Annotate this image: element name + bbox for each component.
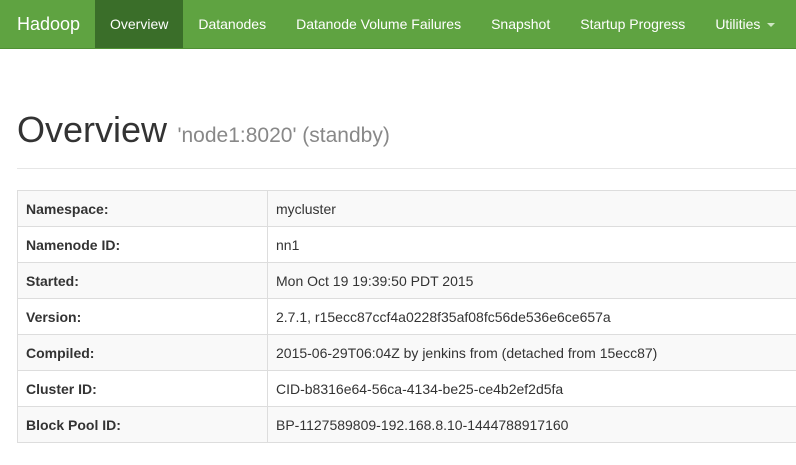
table-row: Started: Mon Oct 19 19:39:50 PDT 2015 <box>17 262 796 299</box>
nav-datanodes[interactable]: Datanodes <box>183 0 281 48</box>
row-value: 2.7.1, r15ecc87ccf4a0228f35af08fc56de536… <box>267 298 796 335</box>
row-key: Namespace: <box>17 190 268 227</box>
table-row: Namenode ID: nn1 <box>17 226 796 263</box>
row-key: Cluster ID: <box>17 370 268 407</box>
row-key: Block Pool ID: <box>17 406 268 443</box>
row-value: BP-1127589809-192.168.8.10-1444788917160 <box>267 406 796 443</box>
nav-utilities-label: Utilities <box>715 16 761 32</box>
table-row: Cluster ID: CID-b8316e64-56ca-4134-be25-… <box>17 370 796 407</box>
nav-utilities[interactable]: Utilities <box>700 0 790 48</box>
row-value: nn1 <box>267 226 796 263</box>
nav-datanode-volume-failures[interactable]: Datanode Volume Failures <box>281 0 476 48</box>
table-row: Compiled: 2015-06-29T06:04Z by jenkins f… <box>17 334 796 371</box>
row-value: CID-b8316e64-56ca-4134-be25-ce4b2ef2d5fa <box>267 370 796 407</box>
row-value: Mon Oct 19 19:39:50 PDT 2015 <box>267 262 796 299</box>
row-key: Version: <box>17 298 268 335</box>
page-subtitle: 'node1:8020' (standby) <box>177 124 390 147</box>
brand-logo[interactable]: Hadoop <box>0 0 95 48</box>
nav-snapshot[interactable]: Snapshot <box>476 0 565 48</box>
table-row: Block Pool ID: BP-1127589809-192.168.8.1… <box>17 406 796 443</box>
overview-table: Namespace: mycluster Namenode ID: nn1 St… <box>17 190 796 443</box>
row-value: 2015-06-29T06:04Z by jenkins from (detac… <box>267 334 796 371</box>
top-navbar: Hadoop Overview Datanodes Datanode Volum… <box>0 0 796 49</box>
row-key: Namenode ID: <box>17 226 268 263</box>
nav-overview[interactable]: Overview <box>95 0 184 48</box>
page-title: Overview <box>17 109 168 150</box>
nav-startup-progress[interactable]: Startup Progress <box>565 0 700 48</box>
page-header: Overview 'node1:8020' (standby) <box>17 110 796 169</box>
table-row: Namespace: mycluster <box>17 190 796 227</box>
table-row: Version: 2.7.1, r15ecc87ccf4a0228f35af08… <box>17 298 796 335</box>
row-key: Started: <box>17 262 268 299</box>
caret-down-icon <box>767 23 776 27</box>
row-key: Compiled: <box>17 334 268 371</box>
row-value: mycluster <box>267 190 796 227</box>
